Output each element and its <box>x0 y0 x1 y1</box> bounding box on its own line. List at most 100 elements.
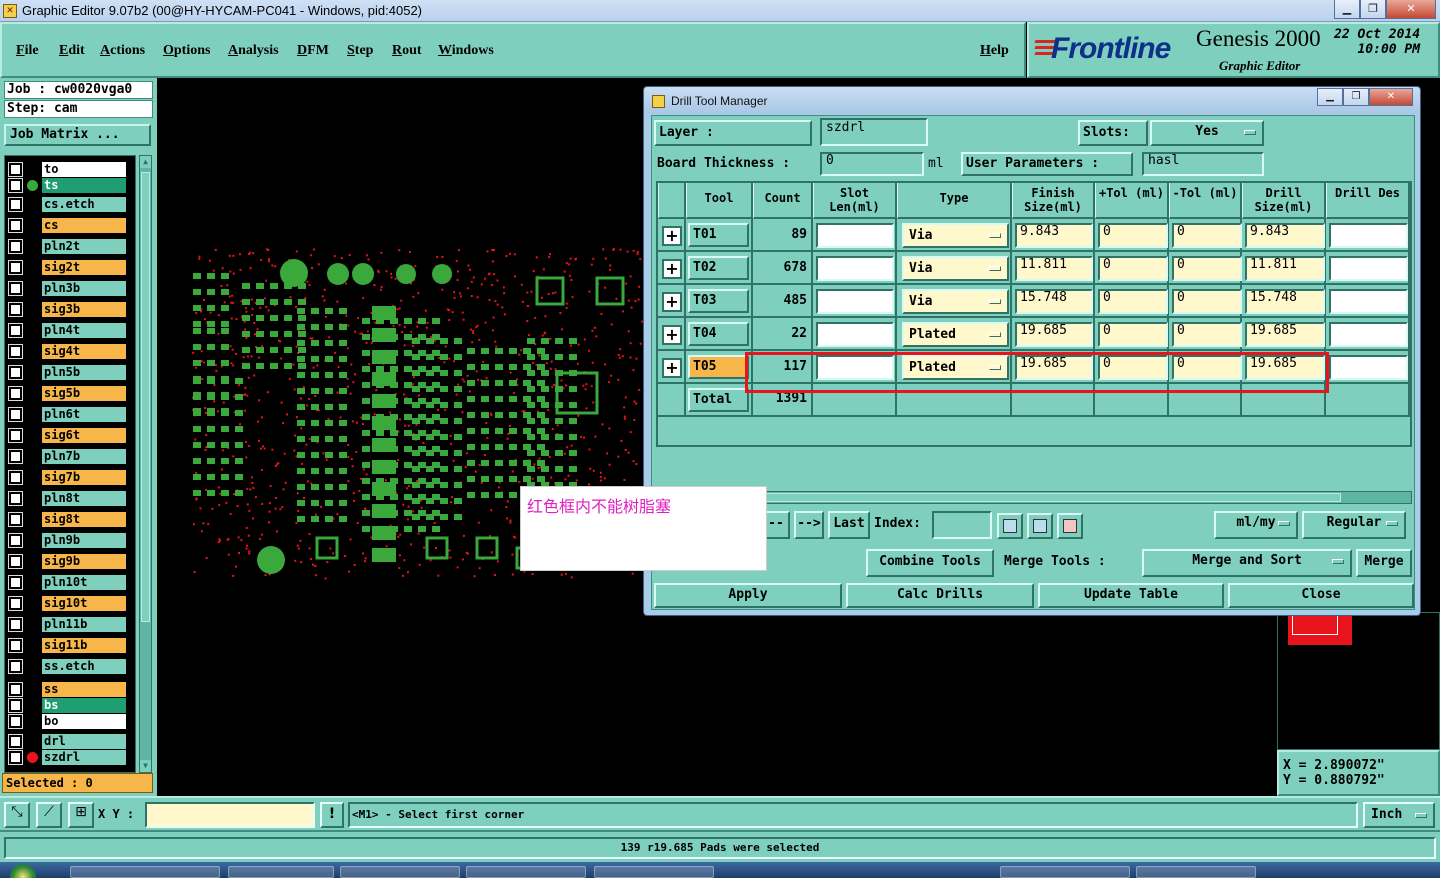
layer-row-sig6t[interactable]: sig6t <box>7 427 133 444</box>
taskbar-item[interactable] <box>1000 866 1130 878</box>
layer-checkbox[interactable] <box>8 750 23 765</box>
layer-name[interactable]: pln5b <box>42 365 126 380</box>
layer-checkbox[interactable] <box>8 407 23 422</box>
menu-step[interactable]: Step <box>347 43 373 59</box>
layer-row-szdrl[interactable]: szdrl <box>7 749 133 766</box>
tool-type-select[interactable]: Via <box>902 256 1009 281</box>
layer-name[interactable]: pln6t <box>42 407 126 422</box>
layer-row-pln2t[interactable]: pln2t <box>7 238 133 255</box>
layer-name[interactable]: sig10t <box>42 596 126 611</box>
layer-checkbox[interactable] <box>8 386 23 401</box>
layer-checkbox[interactable] <box>8 596 23 611</box>
layer-checkbox[interactable] <box>8 449 23 464</box>
layer-row-sig7b[interactable]: sig7b <box>7 469 133 486</box>
column-header[interactable]: -Tol (ml) <box>1169 183 1242 219</box>
slot-length-input[interactable] <box>816 322 894 347</box>
layer-checkbox[interactable] <box>8 714 23 729</box>
menu-analysis[interactable]: Analysis <box>228 43 279 59</box>
minimize-button[interactable]: ▁ <box>1334 0 1360 19</box>
tool-type-select[interactable]: Plated <box>902 322 1009 347</box>
menu-rout[interactable]: Rout <box>392 43 422 59</box>
drill-size-input[interactable]: 15.748 <box>1245 289 1325 314</box>
taskbar-item[interactable] <box>228 866 334 878</box>
layer-name[interactable]: pln3b <box>42 281 126 296</box>
close-button[interactable]: ✕ <box>1386 0 1436 19</box>
layer-checkbox[interactable] <box>8 218 23 233</box>
layer-name[interactable]: pln2t <box>42 239 126 254</box>
drill-des-input[interactable] <box>1329 322 1408 347</box>
layer-checkbox[interactable] <box>8 162 23 177</box>
layer-row-sig2t[interactable]: sig2t <box>7 259 133 276</box>
layer-checkbox[interactable] <box>8 575 23 590</box>
minus-tol-input[interactable]: 0 <box>1172 256 1242 281</box>
column-header[interactable]: +Tol (ml) <box>1095 183 1169 219</box>
layer-checkbox[interactable] <box>8 323 23 338</box>
layer-name[interactable]: sig2t <box>42 260 126 275</box>
layer-name[interactable]: cs <box>42 218 126 233</box>
taskbar-item[interactable] <box>1136 866 1256 878</box>
layer-checkbox[interactable] <box>8 344 23 359</box>
layer-row-to[interactable]: to <box>7 161 133 178</box>
layer-name[interactable]: sig5b <box>42 386 126 401</box>
layer-name[interactable]: bs <box>42 698 126 713</box>
expand-row-icon[interactable]: + <box>662 358 682 378</box>
calc-drills-button[interactable]: Calc Drills <box>846 583 1034 608</box>
layer-row-pln6t[interactable]: pln6t <box>7 406 133 423</box>
layer-name[interactable]: to <box>42 162 126 177</box>
menu-actions[interactable]: Actions <box>100 43 145 59</box>
last-button[interactable]: Last <box>828 511 870 539</box>
scroll-up-icon[interactable]: ▲ <box>140 156 151 168</box>
menu-dfm[interactable]: DFM <box>297 43 329 59</box>
layer-name[interactable]: cs.etch <box>42 197 126 212</box>
layer-checkbox[interactable] <box>8 491 23 506</box>
layer-name[interactable]: ss.etch <box>42 659 126 674</box>
layer-name[interactable]: sig4t <box>42 344 126 359</box>
delete-tool-icon[interactable] <box>1057 513 1083 539</box>
slot-length-input[interactable] <box>816 223 894 248</box>
slots-select[interactable]: Yes <box>1150 120 1264 146</box>
layer-row-sig3b[interactable]: sig3b <box>7 301 133 318</box>
combine-tools-button[interactable]: Combine Tools <box>866 549 994 577</box>
layer-checkbox[interactable] <box>8 178 23 193</box>
column-header[interactable]: Slot Len(ml) <box>813 183 897 219</box>
layer-row-ss-etch[interactable]: ss.etch <box>7 658 133 675</box>
layer-row-ss[interactable]: ss <box>7 681 133 698</box>
finish-size-input[interactable]: 11.811 <box>1015 256 1093 281</box>
layer-row-pln8t[interactable]: pln8t <box>7 490 133 507</box>
close-dialog-button[interactable]: Close <box>1228 583 1414 608</box>
column-header[interactable]: Tool <box>686 183 753 219</box>
layer-row-pln5b[interactable]: pln5b <box>7 364 133 381</box>
apply-button[interactable]: Apply <box>654 583 842 608</box>
slot-length-input[interactable] <box>816 289 894 314</box>
layer-checkbox[interactable] <box>8 239 23 254</box>
layer-row-pln11b[interactable]: pln11b <box>7 616 133 633</box>
layer-row-sig11b[interactable]: sig11b <box>7 637 133 654</box>
finish-size-input[interactable]: 9.843 <box>1015 223 1093 248</box>
slot-length-input[interactable] <box>816 256 894 281</box>
column-header[interactable]: Drill Size(ml) <box>1242 183 1326 219</box>
expand-row-icon[interactable]: + <box>662 292 682 312</box>
layer-checkbox[interactable] <box>8 470 23 485</box>
layer-row-pln10t[interactable]: pln10t <box>7 574 133 591</box>
finish-size-input[interactable]: 15.748 <box>1015 289 1093 314</box>
layer-name[interactable]: pln8t <box>42 491 126 506</box>
mode-select[interactable]: Regular <box>1302 511 1406 539</box>
layer-checkbox[interactable] <box>8 734 23 749</box>
taskbar-item[interactable] <box>340 866 460 878</box>
zoom-fit-icon[interactable]: ⤡ <box>4 802 30 828</box>
maximize-button[interactable]: ❐ <box>1360 0 1386 19</box>
merge-button[interactable]: Merge <box>1356 549 1412 577</box>
find-tool-icon[interactable] <box>997 513 1023 539</box>
expand-row-icon[interactable]: + <box>662 259 682 279</box>
layer-name[interactable]: ts <box>42 178 126 193</box>
dialog-minimize-button[interactable]: ▁ <box>1317 88 1343 106</box>
dialog-maximize-button[interactable]: ❐ <box>1343 88 1369 106</box>
layer-checkbox[interactable] <box>8 698 23 713</box>
tool-type-select[interactable]: Via <box>902 289 1009 314</box>
tool-type-select[interactable]: Via <box>902 223 1009 248</box>
scroll-down-icon[interactable]: ▼ <box>140 760 151 772</box>
menu-windows[interactable]: Windows <box>438 43 494 59</box>
index-input[interactable] <box>932 511 992 539</box>
units-inch-select[interactable]: Inch <box>1363 802 1435 828</box>
layer-checkbox[interactable] <box>8 682 23 697</box>
